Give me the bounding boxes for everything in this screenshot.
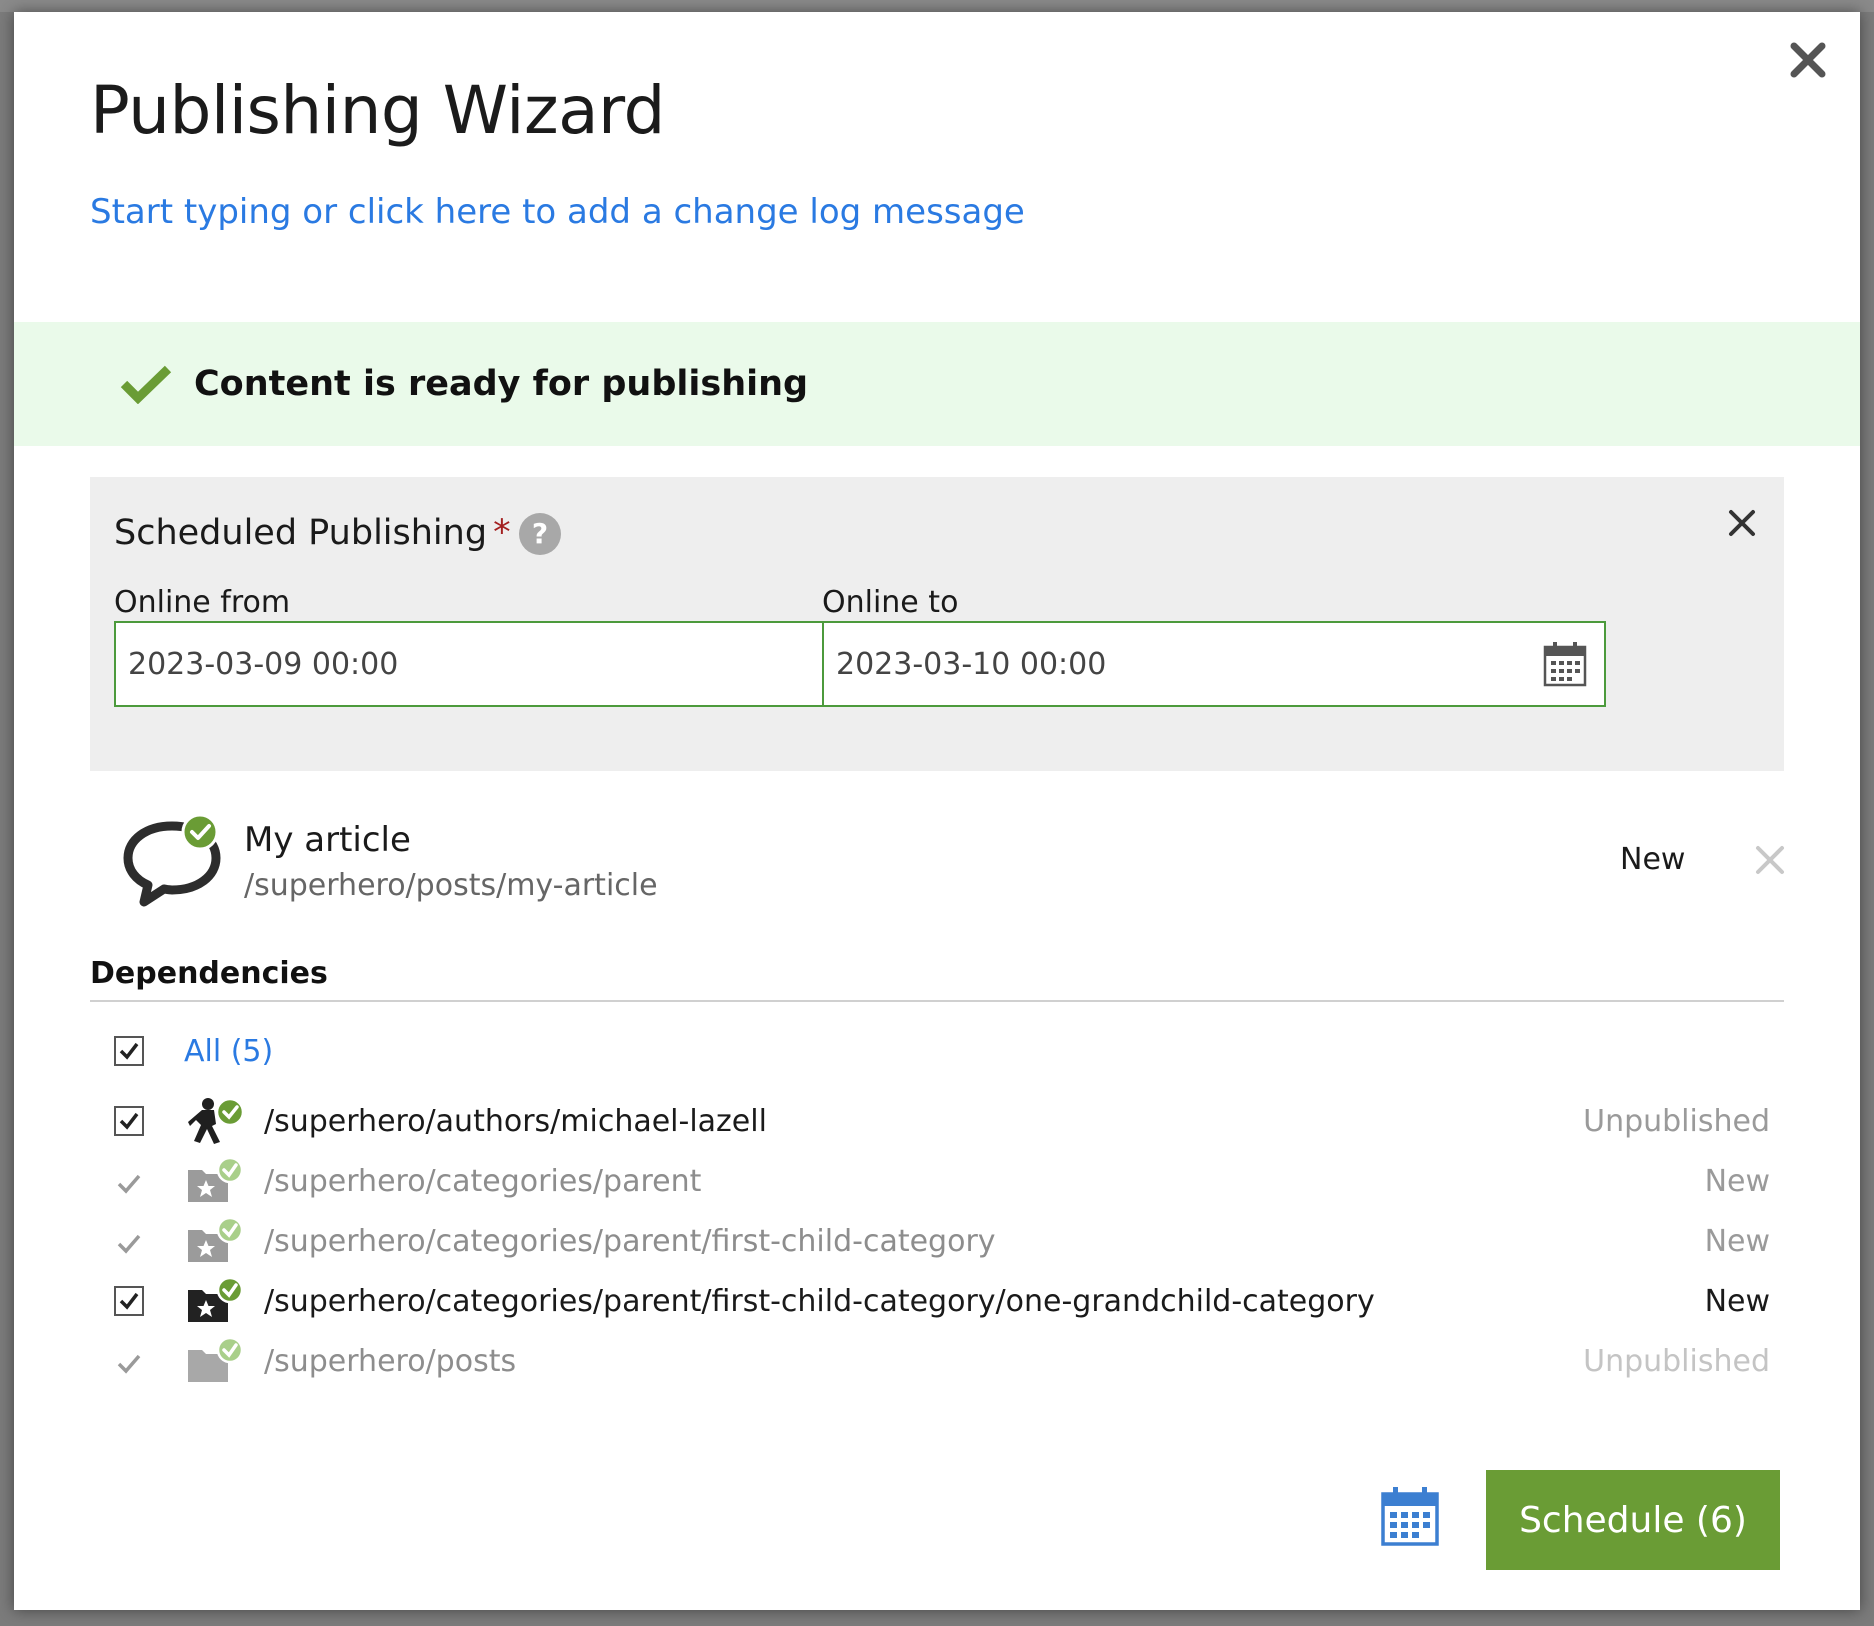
schedule-button[interactable]: Schedule (6) [1486,1470,1780,1570]
online-to-label: Online to [822,585,959,620]
remove-item-icon[interactable] [1752,842,1788,878]
dependency-status: Unpublished [1583,1344,1770,1379]
category-folder-icon [188,1216,244,1262]
calendar-icon[interactable] [1542,639,1588,689]
dependency-path: /superhero/authors/michael-lazell [264,1104,767,1139]
dependency-status: New [1704,1284,1770,1319]
help-icon[interactable]: ? [519,513,561,555]
page-backdrop [0,0,1874,12]
online-from-field[interactable]: 2023-03-09 00:00 [114,621,898,707]
calendar-icon[interactable] [1380,1484,1440,1548]
online-from-value: 2023-03-09 00:00 [128,646,399,682]
dependency-path: /superhero/categories/parent/first-child… [264,1224,996,1259]
online-to-field[interactable]: 2023-03-10 00:00 [822,621,1606,707]
user-icon [188,1097,245,1144]
dependency-row: /superhero/posts Unpublished [90,1336,1784,1392]
dependency-status: New [1704,1164,1770,1199]
disabled-check-icon [117,1234,141,1254]
check-icon [120,365,172,404]
dialog-title: Publishing Wizard [90,72,665,149]
item-path: /superhero/posts/my-article [244,868,658,903]
dependencies-heading: Dependencies [90,956,1784,1002]
changelog-message-link[interactable]: Start typing or click here to add a chan… [90,192,1025,232]
publishing-wizard-dialog: Publishing Wizard Start typing or click … [14,12,1860,1610]
dependency-checkbox[interactable] [114,1286,144,1316]
dependency-row: /superhero/categories/parent/first-child… [90,1216,1784,1272]
ready-message: Content is ready for publishing [194,364,809,404]
online-from-label: Online from [114,585,291,620]
select-all-checkbox[interactable] [114,1036,144,1066]
category-folder-icon [188,1276,244,1322]
scheduled-publishing-title: Scheduled Publishing * [114,513,511,553]
select-all-row: All (5) [90,1026,1784,1082]
dependency-row: /superhero/categories/parent/first-child… [90,1276,1784,1332]
folder-icon [188,1336,244,1382]
item-title: My article [244,820,411,860]
close-schedule-icon[interactable] [1722,503,1762,543]
dependency-path: /superhero/categories/parent/first-child… [264,1284,1375,1319]
select-all-link[interactable]: All (5) [184,1034,273,1069]
dependency-checkbox[interactable] [114,1106,144,1136]
disabled-check-icon [117,1354,141,1374]
dependency-path: /superhero/categories/parent [264,1164,702,1199]
close-icon[interactable] [1778,30,1838,90]
dependency-status: Unpublished [1583,1104,1770,1139]
online-to-value: 2023-03-10 00:00 [836,646,1107,682]
disabled-check-icon [117,1174,141,1194]
dependency-status: New [1704,1224,1770,1259]
comment-icon [123,813,221,907]
category-folder-icon [188,1156,244,1202]
scheduled-publishing-label: Scheduled Publishing [114,513,488,553]
required-mark: * [493,513,511,553]
dependency-row: /superhero/authors/michael-lazell Unpubl… [90,1096,1784,1152]
dependency-path: /superhero/posts [264,1344,517,1379]
scheduled-publishing-panel: Scheduled Publishing * ? Online from 2023… [90,477,1784,771]
item-status: New [1620,842,1686,877]
ready-banner: Content is ready for publishing [14,322,1860,446]
dependency-row: /superhero/categories/parent New [90,1156,1784,1212]
